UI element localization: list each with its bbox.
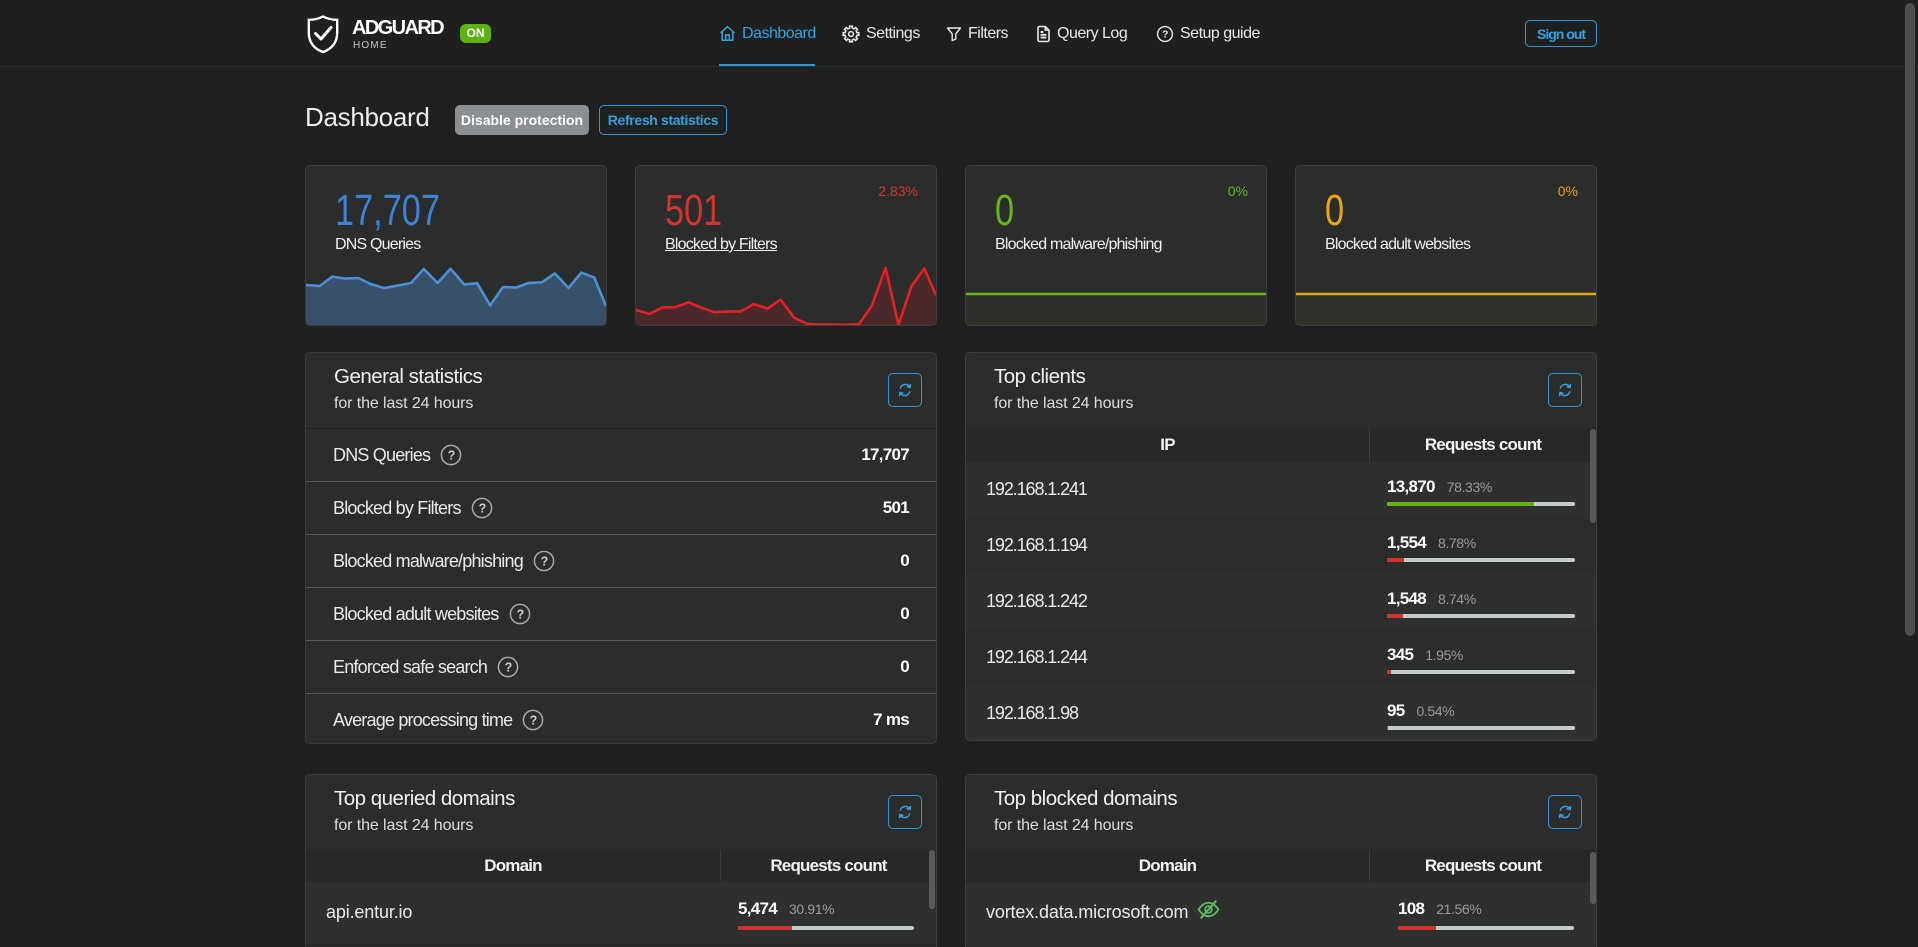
svg-text:?: ? [530,713,537,727]
svg-text:?: ? [505,660,512,674]
svg-text:?: ? [541,554,548,568]
svg-text:?: ? [478,501,485,515]
svg-text:?: ? [1162,29,1168,40]
svg-text:?: ? [516,607,523,621]
svg-text:?: ? [448,448,455,462]
